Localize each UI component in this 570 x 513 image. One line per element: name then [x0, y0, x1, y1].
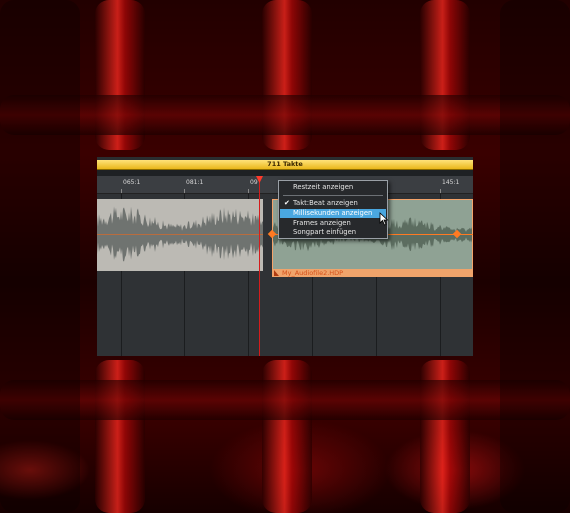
- menu-item-takt-beat[interactable]: ✔ Takt:Beat anzeigen: [280, 199, 386, 208]
- clip-name-bar[interactable]: My_Audiofile2.HDP: [272, 269, 473, 277]
- menu-item-songpart[interactable]: Songpart einfügen: [280, 228, 386, 237]
- ruler-tick-label: 065:1: [123, 179, 141, 186]
- checkmark-icon: ✔: [284, 199, 290, 207]
- ruler-tick-label: 09: [250, 179, 258, 186]
- menu-item-frames[interactable]: Frames anzeigen: [280, 219, 386, 228]
- clip-corner-icon: [274, 270, 279, 276]
- clip-name: My_Audiofile2.HDP: [282, 269, 344, 277]
- menu-item-label: Takt:Beat anzeigen: [293, 199, 358, 207]
- menu-item-label: Restzeit anzeigen: [293, 183, 354, 191]
- mouse-pointer-icon: [379, 212, 389, 226]
- range-length-label: 711 Takte: [267, 160, 303, 168]
- menu-separator: [283, 195, 383, 196]
- menu-item-millisekunden[interactable]: Millisekunden anzeigen: [280, 209, 386, 218]
- menu-item-label: Frames anzeigen: [293, 219, 351, 227]
- menu-item-restzeit[interactable]: Restzeit anzeigen: [280, 183, 386, 192]
- range-bar[interactable]: 711 Takte: [97, 160, 473, 170]
- menu-item-label: Songpart einfügen: [293, 228, 357, 236]
- waveform: [97, 206, 263, 262]
- volume-envelope[interactable]: [97, 234, 263, 235]
- audio-clip-left[interactable]: [97, 199, 263, 271]
- ruler-tick-label: 145:1: [442, 179, 460, 186]
- ruler-tick-label: 081:1: [186, 179, 204, 186]
- playhead[interactable]: [259, 176, 260, 356]
- menu-item-label: Millisekunden anzeigen: [293, 209, 373, 217]
- timeline-context-menu: Restzeit anzeigen ✔ Takt:Beat anzeigen M…: [278, 180, 388, 239]
